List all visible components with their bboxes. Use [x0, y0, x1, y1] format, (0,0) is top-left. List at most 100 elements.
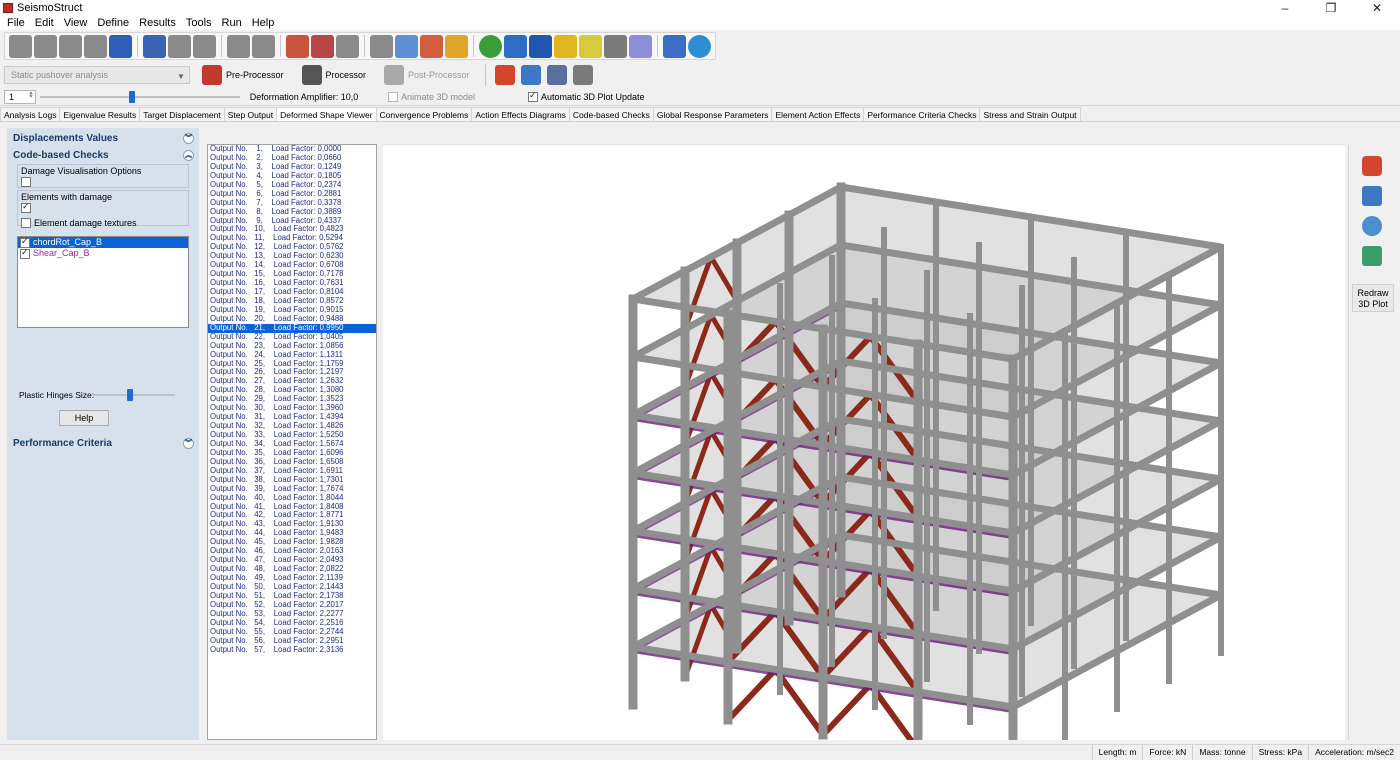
element-textures-checkbox[interactable]: [21, 218, 31, 228]
menu-file[interactable]: File: [2, 16, 30, 30]
menu-view[interactable]: View: [59, 16, 93, 30]
elements-damage-checkbox[interactable]: [21, 201, 31, 213]
checklist-icon[interactable]: [1362, 186, 1382, 206]
tab-global-response-parameters[interactable]: Global Response Parameters: [652, 107, 773, 121]
status-acceleration-unit: Acceleration: m/sec2: [1308, 745, 1400, 760]
output-steps-list[interactable]: Output No. 1, Load Factor: 0,0000 Output …: [207, 144, 377, 740]
copy-icon[interactable]: [168, 34, 191, 58]
postprocessor-label: Post-Processor: [408, 70, 470, 80]
status-length-unit: Length: m: [1091, 745, 1143, 760]
menu-define[interactable]: Define: [92, 16, 134, 30]
checklist-icon[interactable]: [520, 65, 541, 85]
auto-update-checkbox[interactable]: [528, 90, 538, 102]
plastic-hinges-track: [93, 394, 175, 396]
collapse-icon[interactable]: ︽: [183, 150, 194, 161]
chip-icon[interactable]: [546, 65, 567, 85]
list-item[interactable]: Shear_Cap_B: [18, 247, 188, 259]
menu-results[interactable]: Results: [134, 16, 181, 30]
open-file-icon[interactable]: [34, 34, 57, 58]
toolbar-separator: [280, 35, 281, 57]
3d-model-viewport[interactable]: [383, 144, 1345, 740]
undo-icon[interactable]: [227, 34, 250, 58]
project-settings-icon[interactable]: [420, 34, 443, 58]
new-file-icon[interactable]: [9, 34, 32, 58]
model-report-icon[interactable]: [311, 34, 334, 58]
tab-deformed-shape-viewer[interactable]: Deformed Shape Viewer: [276, 107, 377, 121]
video-icon[interactable]: [572, 65, 593, 85]
film-icon[interactable]: [604, 34, 627, 58]
tab-target-displacement[interactable]: Target Displacement: [139, 107, 225, 121]
output-step-row[interactable]: Output No. 57, Load Factor: 2,3136: [208, 645, 376, 655]
tab-step-output[interactable]: Step Output: [223, 107, 278, 121]
axes-icon[interactable]: [1362, 216, 1382, 236]
help-button[interactable]: Help: [59, 410, 109, 426]
redo-icon[interactable]: [252, 34, 275, 58]
edit-icon[interactable]: [663, 34, 686, 58]
menu-edit[interactable]: Edit: [30, 16, 59, 30]
step-spinner-value: 1: [9, 91, 15, 102]
folder-icon[interactable]: [554, 34, 577, 58]
template-icon[interactable]: [59, 34, 82, 58]
damage-visualisation-checkbox[interactable]: [21, 177, 31, 187]
step-spinner[interactable]: 1 ⇕: [4, 89, 36, 104]
block-icon[interactable]: [370, 34, 393, 58]
analysis-type-select[interactable]: Static pushover analysis ▼: [4, 66, 190, 84]
building-3d-model[interactable]: [383, 145, 1345, 740]
step-slider[interactable]: [40, 90, 240, 104]
list-item[interactable]: chordRot_Cap_B: [18, 236, 188, 248]
deformation-amplifier-label[interactable]: Deformation Amplifier: 10,0: [244, 92, 364, 102]
wizard-icon[interactable]: [84, 34, 107, 58]
settings-gear-icon[interactable]: [395, 34, 418, 58]
brush-icon[interactable]: [445, 34, 468, 58]
step-slider-thumb[interactable]: [129, 90, 136, 103]
link-icon[interactable]: [629, 34, 652, 58]
maximize-button[interactable]: ❐: [1308, 0, 1354, 16]
colour-palette-icon[interactable]: [1362, 156, 1382, 176]
paste-icon[interactable]: [193, 34, 216, 58]
plastic-hinges-thumb[interactable]: [127, 389, 134, 401]
expand-icon[interactable]: ︾: [183, 438, 194, 449]
connectivity-icon[interactable]: [336, 34, 359, 58]
checks-listbox[interactable]: chordRot_Cap_B Shear_Cap_B: [17, 236, 189, 328]
manual-icon[interactable]: [529, 34, 552, 58]
preprocessor-button[interactable]: Pre-Processor: [196, 64, 290, 86]
menu-help[interactable]: Help: [247, 16, 280, 30]
redraw-3d-plot-button[interactable]: Redraw 3D Plot: [1352, 284, 1394, 312]
tab-stress-strain-output[interactable]: Stress and Strain Output: [979, 107, 1081, 121]
tab-performance-criteria-checks[interactable]: Performance Criteria Checks: [863, 107, 981, 121]
spinner-arrows-icon[interactable]: ⇕: [28, 90, 34, 102]
tab-analysis-logs[interactable]: Analysis Logs: [0, 107, 61, 121]
print-icon[interactable]: [143, 34, 166, 58]
animate-3d-option[interactable]: Animate 3D model: [388, 91, 518, 102]
status-stress-unit: Stress: kPa: [1251, 745, 1308, 760]
globe-icon[interactable]: [688, 34, 711, 58]
plastic-hinges-slider[interactable]: [93, 388, 175, 402]
colour-palette-icon[interactable]: [494, 65, 515, 85]
element-textures-label: Element damage textures: [34, 218, 137, 228]
tab-action-effects-diagrams[interactable]: Action Effects Diagrams: [471, 107, 570, 121]
notes-icon[interactable]: [579, 34, 602, 58]
report-icon[interactable]: [286, 34, 309, 58]
tab-code-based-checks[interactable]: Code-based Checks: [568, 107, 654, 121]
displacements-section-header[interactable]: Displacements Values ︾: [7, 130, 199, 147]
animate-3d-checkbox[interactable]: [388, 91, 398, 102]
tab-element-action-effects[interactable]: Element Action Effects: [771, 107, 865, 121]
menu-run[interactable]: Run: [217, 16, 247, 30]
processor-button[interactable]: Processor: [296, 64, 373, 86]
element-textures-option[interactable]: Element damage textures: [18, 218, 188, 228]
help-icon[interactable]: [479, 34, 502, 58]
save-icon[interactable]: [109, 34, 132, 58]
tab-eigenvalue-results[interactable]: Eigenvalue Results: [59, 107, 141, 121]
code-checks-section-header[interactable]: Code-based Checks ︽: [7, 147, 199, 164]
list-item-checkbox[interactable]: [20, 247, 30, 259]
performance-section-header[interactable]: Performance Criteria ︾: [7, 435, 199, 452]
expand-icon[interactable]: ︾: [183, 133, 194, 144]
postprocessor-button[interactable]: Post-Processor: [378, 64, 476, 86]
close-button[interactable]: ✕: [1354, 0, 1400, 16]
tab-convergence-problems[interactable]: Convergence Problems: [375, 107, 473, 121]
minimize-button[interactable]: –: [1262, 0, 1308, 16]
auto-update-option[interactable]: Automatic 3D Plot Update: [528, 90, 678, 102]
menu-tools[interactable]: Tools: [181, 16, 217, 30]
layers-icon[interactable]: [1362, 246, 1382, 266]
book-icon[interactable]: [504, 34, 527, 58]
